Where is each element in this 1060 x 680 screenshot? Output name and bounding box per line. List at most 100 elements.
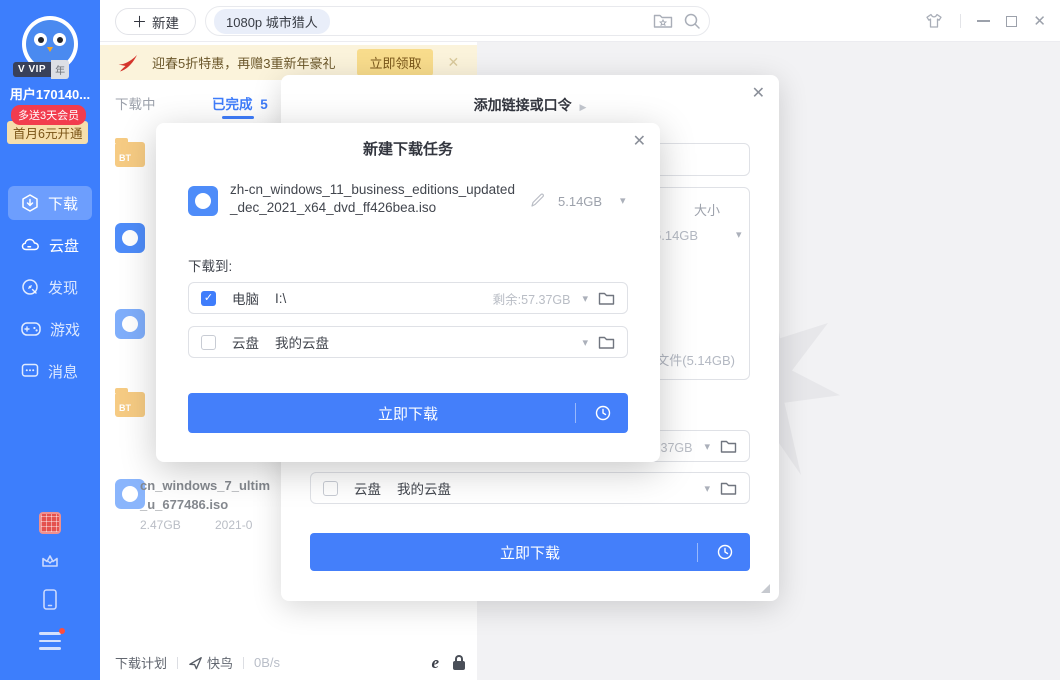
message-icon bbox=[21, 362, 39, 380]
divider bbox=[960, 14, 961, 28]
vip-v-logo: V bbox=[18, 64, 25, 75]
vip-label: VIP bbox=[28, 64, 46, 75]
gamepad-icon bbox=[21, 320, 41, 338]
download-speed: 0B/s bbox=[254, 655, 280, 670]
new-task-dialog: ✕ 新建下载任务 zh-cn_windows_11_business_editi… bbox=[156, 123, 660, 462]
pc-path: I:\ bbox=[275, 291, 286, 306]
sidebar-item-label: 消息 bbox=[48, 361, 78, 382]
top-bar: ＋ 新建 1080p 城市猎人 ✕ bbox=[100, 0, 1060, 42]
pc-label: 电脑 bbox=[232, 288, 259, 308]
download-now-button[interactable]: 立即下载 bbox=[188, 393, 628, 433]
plus-icon: ＋ bbox=[132, 11, 147, 32]
tab-completed-count: 5 bbox=[260, 97, 268, 112]
sidebar: V VIP 年 用户170140... 多送3天会员 首月6元开通 下载 云盘 … bbox=[0, 0, 100, 680]
file-name-line2: _dec_2021_x64_dvd_ff426bea.iso bbox=[230, 199, 526, 217]
caret-down-icon[interactable]: ▾ bbox=[704, 440, 710, 453]
dialog-title: 新建下载任务 bbox=[156, 138, 660, 159]
claim-now-button[interactable]: 立即领取 bbox=[357, 49, 433, 76]
checkbox-checked-icon[interactable]: ✓ bbox=[201, 291, 216, 306]
schedule-clock-icon[interactable] bbox=[716, 543, 734, 561]
red-packet-icon[interactable] bbox=[39, 512, 61, 534]
download-now-label: 立即下载 bbox=[500, 542, 560, 563]
download-now-label: 立即下载 bbox=[378, 403, 438, 424]
sidebar-item-label: 游戏 bbox=[50, 319, 80, 340]
new-task-button[interactable]: ＋ 新建 bbox=[115, 8, 196, 35]
username[interactable]: 用户170140... bbox=[0, 84, 100, 103]
folder-picker-icon[interactable] bbox=[598, 291, 615, 306]
menu-icon[interactable] bbox=[39, 632, 61, 650]
iso-file-icon[interactable] bbox=[115, 223, 145, 253]
sidebar-item-label: 云盘 bbox=[49, 235, 79, 256]
bt-folder-icon[interactable]: BT bbox=[115, 142, 145, 167]
sidebar-item-download[interactable]: 下载 bbox=[0, 186, 100, 220]
favorites-folder-icon[interactable] bbox=[653, 13, 673, 29]
close-window-button[interactable]: ✕ bbox=[1033, 14, 1046, 29]
caret-down-icon[interactable]: ▾ bbox=[736, 228, 742, 241]
theme-skin-icon[interactable] bbox=[924, 12, 944, 30]
crown-vip-icon[interactable] bbox=[39, 550, 61, 572]
promo-text: 迎春5折特惠，再赠3重新年豪礼 bbox=[152, 53, 335, 72]
schedule-clock-icon[interactable] bbox=[594, 404, 612, 422]
dialog-title-text: 添加链接或口令 bbox=[474, 97, 572, 113]
vip-badge[interactable]: V VIP 年 bbox=[13, 60, 69, 79]
resize-handle[interactable] bbox=[761, 584, 770, 593]
caret-down-icon[interactable]: ▾ bbox=[704, 482, 710, 495]
save-to-cloud-row[interactable]: 云盘 我的云盘 ▾ bbox=[310, 472, 750, 504]
caret-down-icon[interactable]: ▾ bbox=[582, 336, 588, 349]
sidebar-item-cloud[interactable]: 云盘 bbox=[0, 228, 100, 262]
save-to-label: 下载到: bbox=[188, 255, 232, 275]
folder-picker-icon[interactable] bbox=[598, 335, 615, 350]
iso-file-icon bbox=[188, 186, 218, 216]
size-column-header: 大小 bbox=[694, 200, 720, 219]
file-name-line1: zh-cn_windows_11_business_editions_updat… bbox=[230, 181, 526, 199]
mobile-phone-icon[interactable] bbox=[39, 588, 61, 610]
lock-icon[interactable] bbox=[453, 654, 465, 671]
download-now-button[interactable]: 立即下载 bbox=[310, 533, 750, 571]
promo-bonus-badge: 多送3天会员 bbox=[11, 105, 86, 125]
file-size-value: 5.14GB bbox=[654, 228, 698, 243]
caret-down-icon[interactable]: ▾ bbox=[620, 194, 626, 207]
folder-picker-icon[interactable] bbox=[720, 439, 737, 454]
bt-label: BT bbox=[119, 153, 131, 163]
checkbox-unchecked-icon[interactable] bbox=[323, 481, 338, 496]
save-to-pc-row[interactable]: ✓ 电脑 I:\ 剩余:57.37GB ▾ bbox=[188, 282, 628, 314]
file-name-line2[interactable]: _u_677486.iso bbox=[140, 495, 228, 514]
save-to-cloud-row[interactable]: 云盘 我的云盘 ▾ bbox=[188, 326, 628, 358]
vip-year-tag: 年 bbox=[51, 60, 69, 79]
edit-pencil-icon[interactable] bbox=[530, 192, 546, 208]
banner-close-icon[interactable]: ✕ bbox=[447, 54, 459, 71]
sidebar-item-games[interactable]: 游戏 bbox=[0, 312, 100, 346]
caret-down-icon[interactable]: ▾ bbox=[582, 292, 588, 305]
tab-downloading[interactable]: 下载中 bbox=[115, 93, 156, 113]
thunder-logo-icon bbox=[116, 53, 138, 73]
cloud-path: 我的云盘 bbox=[397, 478, 451, 498]
sidebar-item-messages[interactable]: 消息 bbox=[0, 354, 100, 388]
search-input[interactable]: 1080p 城市猎人 bbox=[205, 6, 710, 36]
bt-label: BT bbox=[119, 403, 131, 413]
status-bar: 下载计划 快鸟 0B/s e bbox=[100, 645, 477, 680]
sidebar-item-discover[interactable]: 发现 bbox=[0, 270, 100, 304]
new-task-label: 新建 bbox=[152, 12, 179, 32]
download-plan-link[interactable]: 下载计划 bbox=[115, 653, 167, 672]
task-file-name[interactable]: zh-cn_windows_11_business_editions_updat… bbox=[230, 181, 526, 217]
tab-underline bbox=[222, 116, 254, 119]
pc-free-space: 剩余:57.37GB bbox=[493, 289, 571, 308]
browser-ie-icon[interactable]: e bbox=[431, 653, 439, 673]
arrow-right-icon[interactable]: ▶ bbox=[579, 102, 586, 112]
minimize-button[interactable] bbox=[977, 20, 990, 22]
dialog-title: 添加链接或口令 ▶ bbox=[281, 95, 779, 115]
fastbird-link[interactable]: 快鸟 bbox=[207, 653, 233, 672]
bt-folder-icon[interactable]: BT bbox=[115, 392, 145, 417]
fastbird-icon bbox=[188, 656, 203, 670]
folder-picker-icon[interactable] bbox=[720, 481, 737, 496]
cloud-label: 云盘 bbox=[354, 478, 381, 498]
maximize-button[interactable] bbox=[1006, 16, 1017, 27]
sidebar-item-label: 发现 bbox=[48, 277, 78, 298]
search-query-chip[interactable]: 1080p 城市猎人 bbox=[214, 9, 330, 34]
tab-completed[interactable]: 已完成 5 bbox=[212, 93, 268, 113]
search-icon[interactable] bbox=[683, 12, 701, 30]
iso-file-icon[interactable] bbox=[115, 309, 145, 339]
file-name-line1[interactable]: cn_windows_7_ultim bbox=[140, 476, 280, 495]
checkbox-unchecked-icon[interactable] bbox=[201, 335, 216, 350]
sidebar-item-label: 下载 bbox=[48, 193, 78, 214]
